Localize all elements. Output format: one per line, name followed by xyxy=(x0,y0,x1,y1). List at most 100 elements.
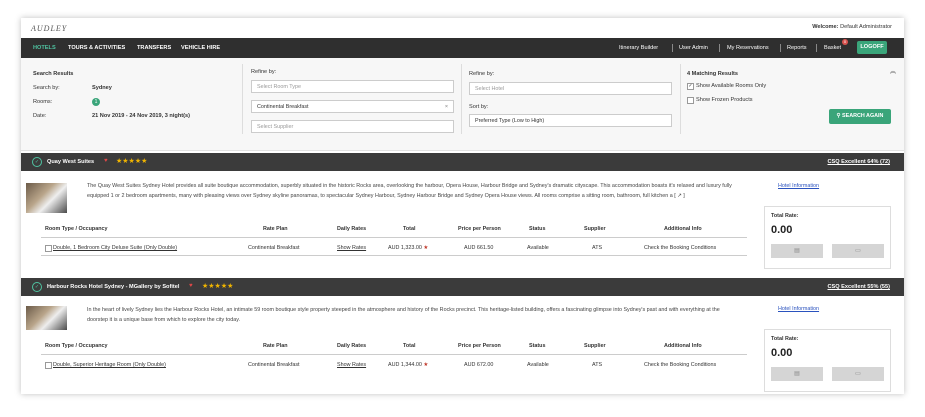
nav-user-admin[interactable]: User Admin xyxy=(679,45,708,51)
basket-button[interactable]: ▤ xyxy=(771,244,823,258)
collapse-icon[interactable]: ︽ xyxy=(890,66,896,75)
card-button[interactable]: ▭ xyxy=(832,244,884,258)
price-per-person-cell: AUD 661.50 xyxy=(464,245,494,251)
rate-plan-cell: Continental Breakfast xyxy=(248,362,300,368)
csq-rating-link[interactable]: CSQ Excellent 64% (72) xyxy=(828,159,891,165)
hotel-name[interactable]: Harbour Rocks Hotel Sydney - MGallery by… xyxy=(47,284,179,290)
nav-hotels[interactable]: HOTELS xyxy=(33,45,56,51)
welcome-user: Default Administrator xyxy=(840,24,892,30)
credit-card-icon: ▭ xyxy=(855,371,861,377)
hotel-thumbnail[interactable] xyxy=(26,306,67,330)
col-price-per-person: Price per Person xyxy=(458,226,501,232)
nav-itinerary-builder[interactable]: Itinerary Builder xyxy=(619,45,658,51)
heart-icon[interactable]: ♥ xyxy=(189,283,193,289)
star-icon: ★ xyxy=(423,362,429,368)
total-rate-label: Total Rate: xyxy=(771,213,799,219)
credit-card-icon: ▭ xyxy=(855,248,861,254)
basket-count-badge: 0 xyxy=(842,39,848,45)
booking-conditions-cell[interactable]: Check the Booking Conditions xyxy=(644,245,716,251)
nav-basket[interactable]: Basket xyxy=(824,45,841,51)
hotel-information-link[interactable]: Hotel Information xyxy=(778,183,819,189)
sort-select[interactable]: Preferred Type (Low to High) xyxy=(469,114,672,127)
refine-by-label: Refine by: xyxy=(251,69,277,75)
search-by-value: Sydney xyxy=(92,85,112,91)
total-rate-value: 0.00 xyxy=(771,224,793,236)
room-select-checkbox[interactable] xyxy=(45,362,52,369)
table-divider xyxy=(41,237,747,238)
nav-tours-activities[interactable]: TOURS & ACTIVITIES xyxy=(68,45,125,51)
search-again-button[interactable]: ⚲ SEARCH AGAIN xyxy=(829,109,891,124)
logoff-button[interactable]: LOGOFF xyxy=(857,41,887,54)
col-supplier: Supplier xyxy=(584,343,606,349)
show-available-checkbox[interactable]: ✓ xyxy=(687,83,694,90)
room-type-link[interactable]: Double, 1 Bedroom City Deluxe Suite (Onl… xyxy=(53,245,177,251)
total-rate-value: 0.00 xyxy=(771,347,793,359)
panel-divider xyxy=(461,64,462,134)
col-rate-plan: Rate Plan xyxy=(263,343,288,349)
hotel-name[interactable]: Quay West Suites xyxy=(47,159,94,165)
status-cell: Available xyxy=(527,245,549,251)
matching-results: 4 Matching Results xyxy=(687,71,738,77)
total-cell: AUD 1,344.00 ★ xyxy=(388,362,428,368)
room-type-link[interactable]: Double, Superior Heritage Room (Only Dou… xyxy=(53,362,166,368)
price-per-person-cell: AUD 672.00 xyxy=(464,362,494,368)
star-icon: ★ xyxy=(423,245,429,251)
search-panel: ︽ Search Results Search by: Sydney Rooms… xyxy=(21,58,904,151)
top-bar: AUDLEY Welcome: Default Administrator xyxy=(21,18,904,38)
col-daily-rates: Daily Rates xyxy=(337,226,367,232)
star-rating: ★★★★★ xyxy=(116,158,148,165)
nav-divider xyxy=(672,44,673,52)
panel-divider xyxy=(242,64,243,134)
room-select-checkbox[interactable] xyxy=(45,245,52,252)
col-room-type: Room Type / Occupancy xyxy=(45,343,108,349)
booking-conditions-cell[interactable]: Check the Booking Conditions xyxy=(644,362,716,368)
status-cell: Available xyxy=(527,362,549,368)
csq-rating-link[interactable]: CSQ Excellent 55% (55) xyxy=(828,284,891,290)
search-again-label: SEARCH AGAIN xyxy=(842,113,884,119)
rooms-count-badge: 1 xyxy=(92,98,100,106)
nav-divider xyxy=(816,44,817,52)
hotel-select[interactable]: Select Hotel xyxy=(469,82,672,95)
total-rate-box: Total Rate: 0.00 ▤ ▭ xyxy=(764,329,891,392)
star-rating: ★★★★★ xyxy=(202,283,234,290)
nav-divider xyxy=(780,44,781,52)
hotel-header: ✓ Quay West Suites ♥ ★★★★★ CSQ Excellent… xyxy=(21,153,904,171)
hotel-thumbnail[interactable] xyxy=(26,183,67,213)
nav-reports[interactable]: Reports xyxy=(787,45,807,51)
nav-my-reservations[interactable]: My Reservations xyxy=(727,45,769,51)
supplier-select[interactable]: Select Supplier xyxy=(251,120,454,133)
show-frozen-checkbox[interactable] xyxy=(687,97,694,104)
total-cell: AUD 1,323.00 ★ xyxy=(388,245,428,251)
rate-plan-select[interactable]: Continental Breakfast × xyxy=(251,100,454,113)
nav-transfers[interactable]: TRANSFERS xyxy=(137,45,171,51)
col-status: Status xyxy=(529,343,546,349)
panel-divider xyxy=(680,64,681,134)
search-by-label: Search by: xyxy=(33,85,60,91)
total-rate-label: Total Rate: xyxy=(771,336,799,342)
basket-button[interactable]: ▤ xyxy=(771,367,823,381)
clear-icon[interactable]: × xyxy=(445,101,448,114)
date-label: Date: xyxy=(33,113,47,119)
col-price-per-person: Price per Person xyxy=(458,343,501,349)
welcome-label: Welcome: xyxy=(812,24,839,30)
hotel-header: ✓ Harbour Rocks Hotel Sydney - MGallery … xyxy=(21,278,904,296)
welcome-text: Welcome: Default Administrator xyxy=(812,24,892,30)
nav-divider xyxy=(719,44,720,52)
supplier-cell: ATS xyxy=(592,362,603,368)
supplier-cell: ATS xyxy=(592,245,603,251)
hotel-description: In the heart of lively Sydney lies the H… xyxy=(87,307,720,323)
audley-logo[interactable]: AUDLEY xyxy=(31,24,67,33)
check-circle-icon: ✓ xyxy=(32,157,42,167)
show-rates-link[interactable]: Show Rates xyxy=(337,362,366,368)
hotel-information-link[interactable]: Hotel Information xyxy=(778,306,819,312)
date-value: 21 Nov 2019 - 24 Nov 2019, 3 night(s) xyxy=(92,113,190,119)
card-button[interactable]: ▭ xyxy=(832,367,884,381)
app-frame: AUDLEY Welcome: Default Administrator HO… xyxy=(21,18,904,394)
heart-icon[interactable]: ♥ xyxy=(104,158,108,164)
nav-vehicle-hire[interactable]: VEHICLE HIRE xyxy=(181,45,220,51)
show-rates-link[interactable]: Show Rates xyxy=(337,245,366,251)
room-type-select[interactable]: Select Room Type xyxy=(251,80,454,93)
main-nav: HOTELS TOURS & ACTIVITIES TRANSFERS VEHI… xyxy=(21,38,904,58)
col-status: Status xyxy=(529,226,546,232)
col-total: Total xyxy=(403,343,416,349)
